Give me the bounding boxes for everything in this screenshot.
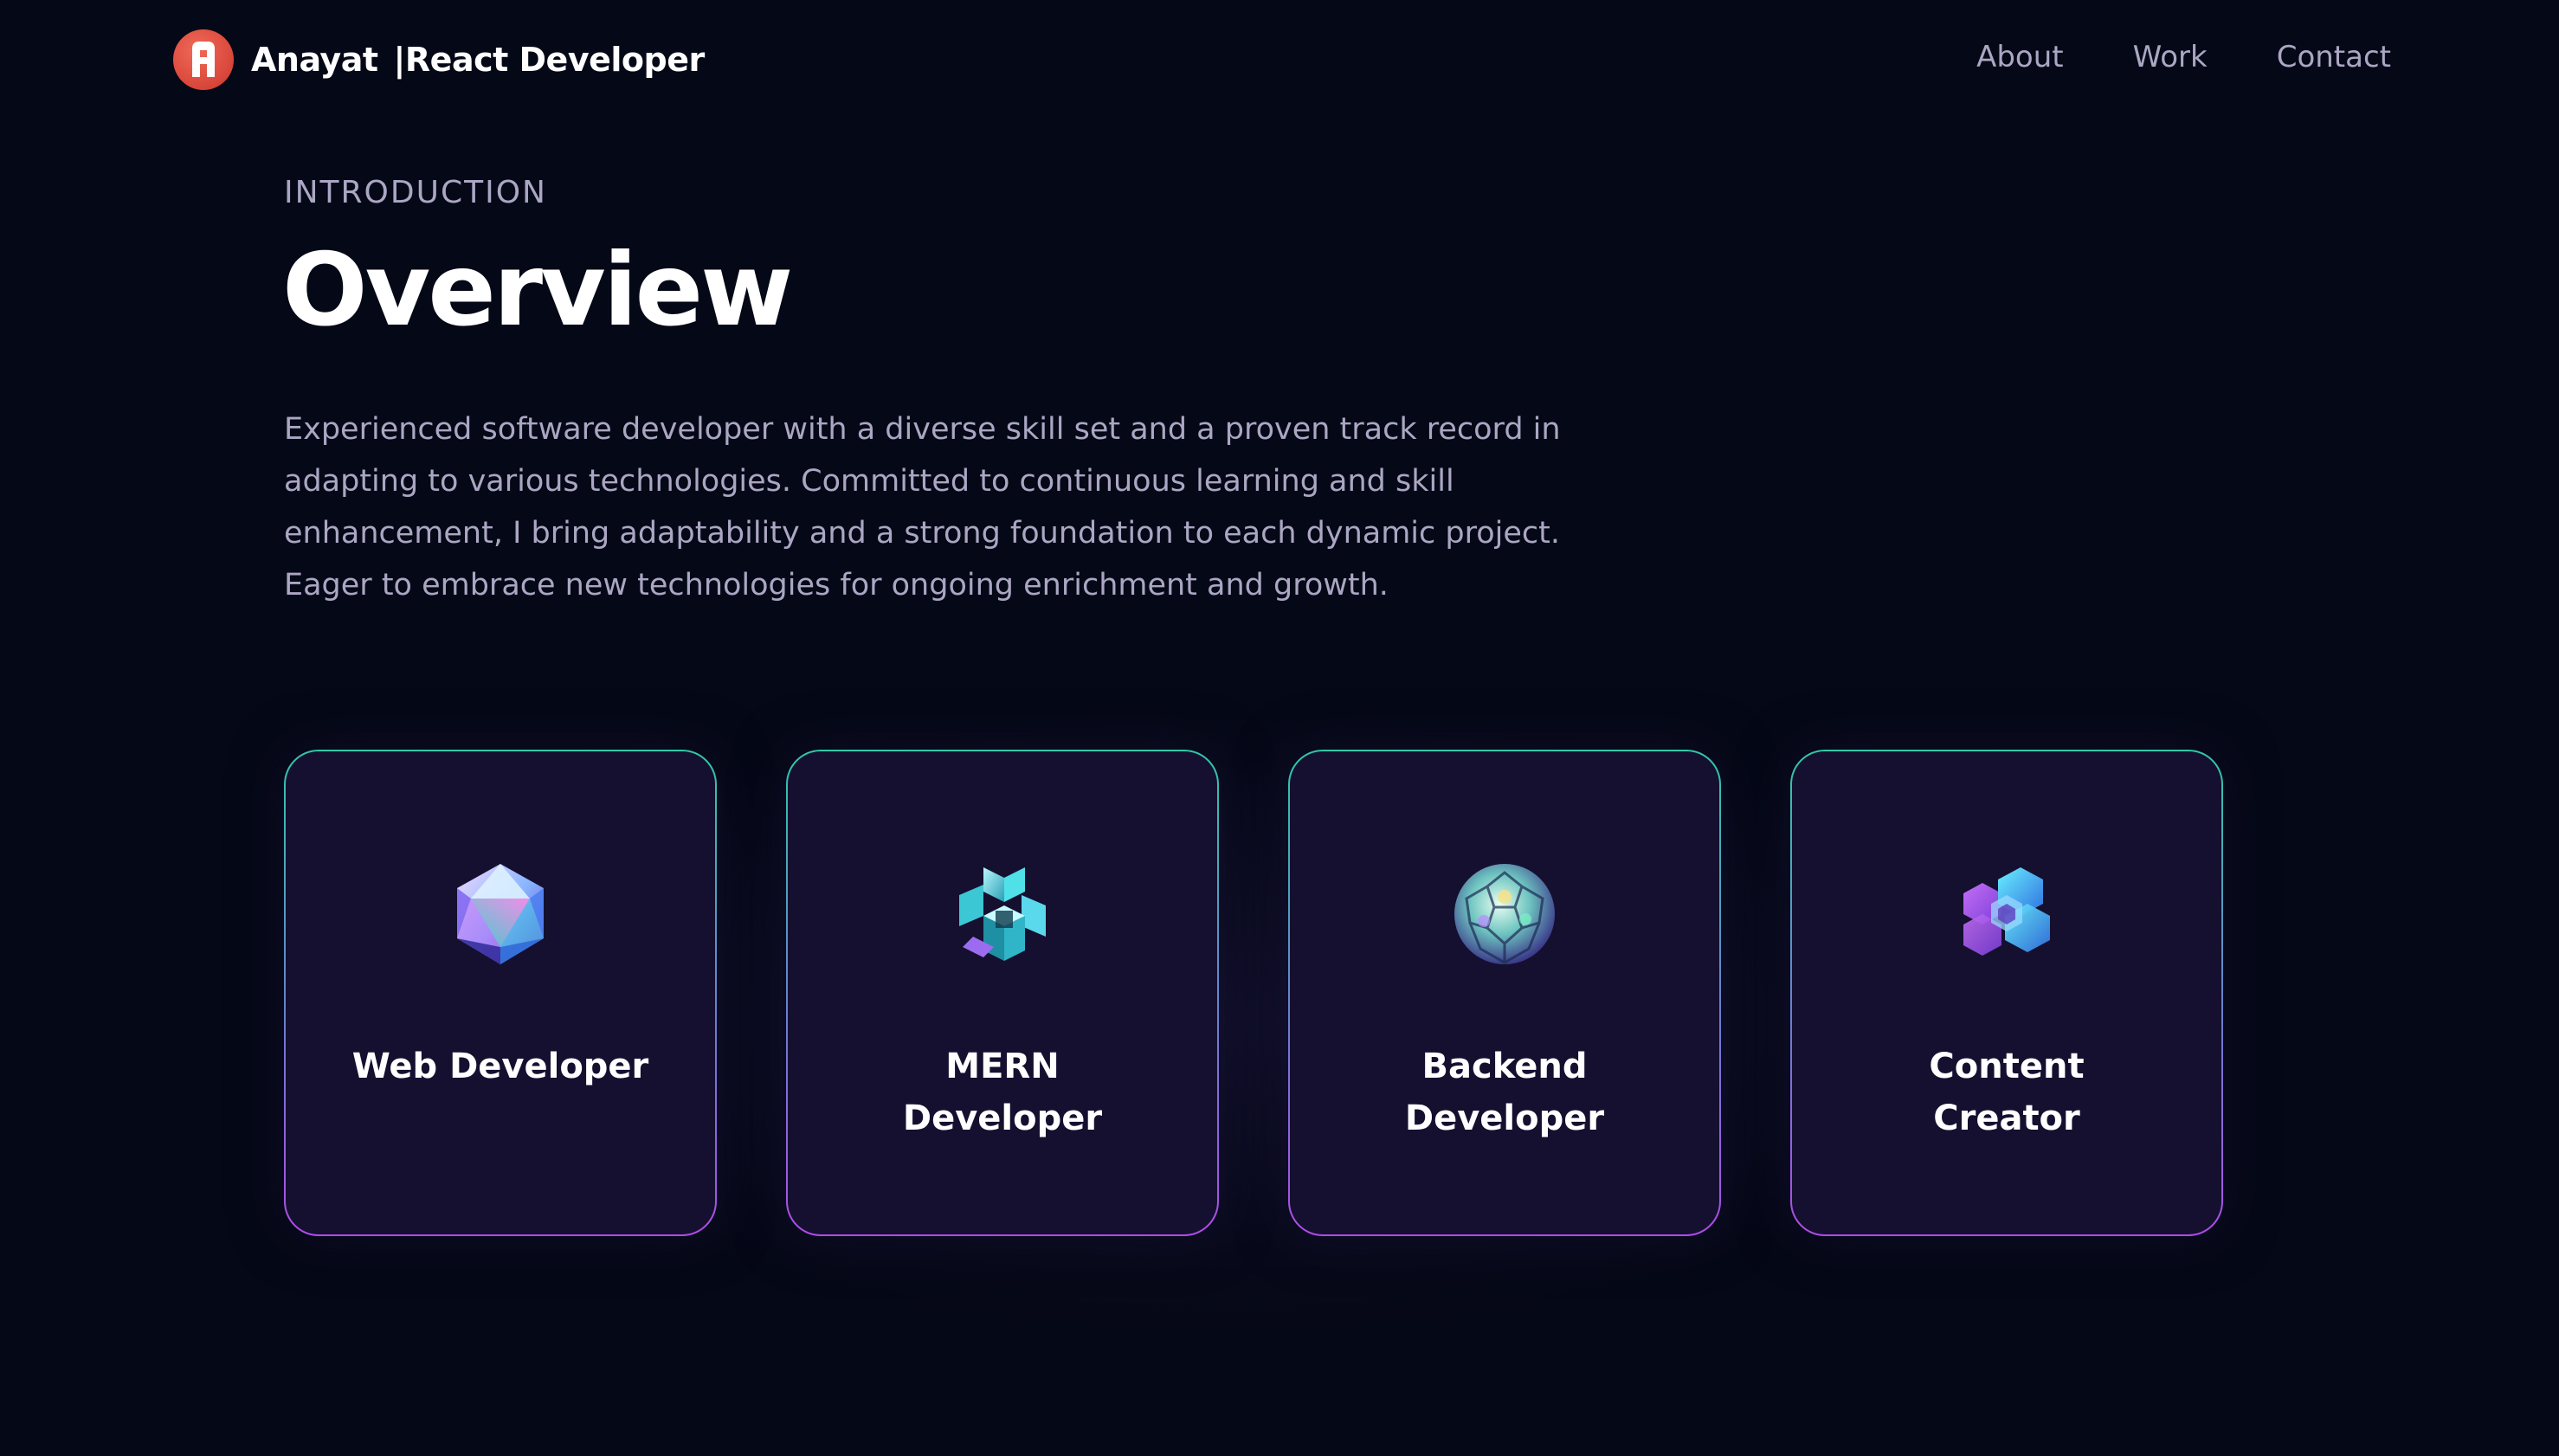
nav-link-work[interactable]: Work [2133, 38, 2208, 76]
service-title: Content Creator [1929, 1047, 2085, 1138]
cube-knot-icon [959, 867, 1046, 961]
service-title: Backend Developer [1404, 1047, 1605, 1138]
service-card-inner: Content Creator [1792, 751, 2221, 1234]
service-card-content-creator[interactable]: Content Creator [1790, 750, 2223, 1236]
nav-link-about[interactable]: About [1976, 38, 2064, 76]
section-subtitle: Introduction [284, 175, 547, 210]
brand-divider: | [393, 41, 406, 79]
navbar: Anayat |React Developer About Work Contac… [0, 0, 2559, 116]
service-card-web-developer[interactable]: Web Developer [284, 750, 717, 1236]
service-card-inner: MERN Developer [788, 751, 1217, 1234]
nav-link-contact[interactable]: Contact [2277, 38, 2391, 76]
nav-links: About Work Contact [1976, 38, 2391, 76]
intro-paragraph: Experienced software developer with a di… [284, 412, 1561, 602]
icosahedron-icon [457, 864, 544, 964]
service-card-inner: Backend Developer [1290, 751, 1719, 1234]
page-title: Overview [282, 232, 793, 349]
service-cards: Web Developer MERN Developer Backend Dev… [284, 750, 2223, 1236]
letter-a-logo-icon [173, 29, 234, 90]
hexagon-cluster-icon [1963, 867, 2050, 956]
service-title: Web Developer [351, 1047, 649, 1086]
service-title: MERN Developer [902, 1047, 1103, 1138]
brand-role: React Developer [404, 41, 705, 79]
brand-title: Anayat |React Developer [251, 41, 705, 79]
brand-home-link[interactable]: Anayat |React Developer [173, 29, 705, 90]
service-card-mern-developer[interactable]: MERN Developer [786, 750, 1219, 1236]
service-card-inner: Web Developer [286, 751, 715, 1234]
crystal-sphere-icon [1454, 864, 1555, 964]
service-card-backend-developer[interactable]: Backend Developer [1288, 750, 1721, 1236]
brand-name: Anayat [251, 41, 378, 79]
